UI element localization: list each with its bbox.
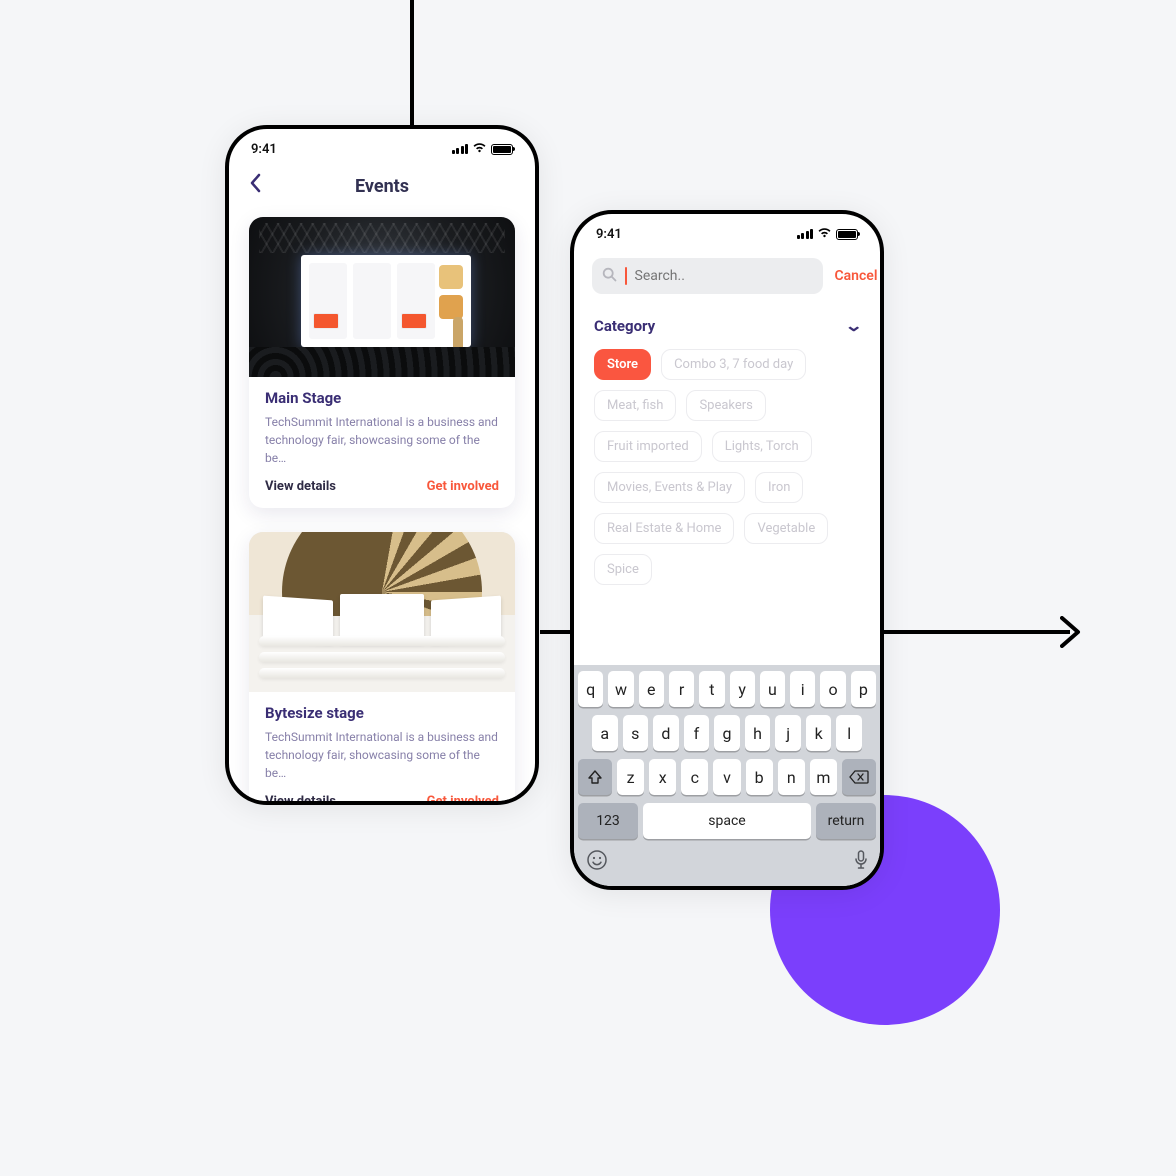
app-header: Events xyxy=(229,169,535,203)
key-o[interactable]: o xyxy=(820,671,845,707)
key-m[interactable]: m xyxy=(810,759,837,795)
get-involved-link[interactable]: Get involved xyxy=(427,794,499,805)
category-dropdown[interactable]: Category ⌄ xyxy=(574,316,880,335)
view-details-link[interactable]: View details xyxy=(265,479,336,494)
key-j[interactable]: j xyxy=(775,715,801,751)
get-involved-link[interactable]: Get involved xyxy=(427,479,499,494)
category-chip[interactable]: Lights, Torch xyxy=(712,431,812,462)
emoji-key[interactable] xyxy=(586,849,608,876)
signal-icon xyxy=(452,144,469,154)
category-chip[interactable]: Vegetable xyxy=(744,513,828,544)
battery-icon xyxy=(491,144,513,155)
category-chip[interactable]: Spice xyxy=(594,554,652,585)
key-r[interactable]: r xyxy=(669,671,694,707)
key-d[interactable]: d xyxy=(653,715,679,751)
key-l[interactable]: l xyxy=(836,715,862,751)
return-key[interactable]: return xyxy=(816,803,876,839)
key-k[interactable]: k xyxy=(806,715,832,751)
event-title: Main Stage xyxy=(265,389,499,407)
backspace-key[interactable] xyxy=(842,759,876,795)
category-chip[interactable]: Iron xyxy=(755,472,803,503)
event-description: TechSummit International is a business a… xyxy=(265,413,499,467)
key-n[interactable]: n xyxy=(778,759,805,795)
text-cursor xyxy=(625,267,627,285)
category-chip[interactable]: Real Estate & Home xyxy=(594,513,734,544)
status-indicators xyxy=(452,142,514,157)
category-label: Category xyxy=(594,317,655,335)
key-v[interactable]: v xyxy=(713,759,740,795)
back-button[interactable] xyxy=(249,173,261,198)
signal-icon xyxy=(797,229,814,239)
search-icon xyxy=(602,267,617,286)
space-key[interactable]: space xyxy=(643,803,811,839)
shift-key[interactable] xyxy=(578,759,612,795)
search-input[interactable] xyxy=(635,268,813,284)
event-description: TechSummit International is a business a… xyxy=(265,728,499,782)
event-image xyxy=(249,217,515,377)
key-p[interactable]: p xyxy=(851,671,876,707)
key-i[interactable]: i xyxy=(790,671,815,707)
key-y[interactable]: y xyxy=(730,671,755,707)
battery-icon xyxy=(836,229,858,240)
event-image xyxy=(249,532,515,692)
status-bar: 9:41 xyxy=(574,214,880,254)
decor-vertical-line xyxy=(410,0,414,130)
status-bar: 9:41 xyxy=(229,129,535,169)
key-w[interactable]: w xyxy=(608,671,633,707)
cancel-button[interactable]: Cancel xyxy=(835,268,878,284)
event-title: Bytesize stage xyxy=(265,704,499,722)
category-chip[interactable]: Movies, Events & Play xyxy=(594,472,745,503)
event-card[interactable]: Main Stage TechSummit International is a… xyxy=(249,217,515,508)
key-g[interactable]: g xyxy=(714,715,740,751)
status-time: 9:41 xyxy=(251,142,277,157)
search-input-container[interactable] xyxy=(592,258,823,294)
category-chip[interactable]: Meat, fish xyxy=(594,390,676,421)
key-f[interactable]: f xyxy=(684,715,710,751)
key-q[interactable]: q xyxy=(578,671,603,707)
category-chips: Store Combo 3, 7 food day Meat, fish Speake… xyxy=(574,335,880,585)
category-chip[interactable]: Store xyxy=(594,349,651,380)
key-u[interactable]: u xyxy=(760,671,785,707)
status-time: 9:41 xyxy=(596,227,622,242)
page-title: Events xyxy=(355,176,409,197)
category-chip[interactable]: Fruit imported xyxy=(594,431,702,462)
key-c[interactable]: c xyxy=(681,759,708,795)
numeric-key[interactable]: 123 xyxy=(578,803,638,839)
chevron-down-icon: ⌄ xyxy=(844,316,863,335)
key-e[interactable]: e xyxy=(639,671,664,707)
wifi-icon xyxy=(817,227,832,242)
key-a[interactable]: a xyxy=(592,715,618,751)
phone-events: 9:41 Events Main Stage TechSummit Intern… xyxy=(225,125,539,805)
key-h[interactable]: h xyxy=(745,715,771,751)
key-b[interactable]: b xyxy=(746,759,773,795)
category-chip[interactable]: Speakers xyxy=(686,390,765,421)
events-list[interactable]: Main Stage TechSummit International is a… xyxy=(229,203,535,805)
wifi-icon xyxy=(472,142,487,157)
keyboard: qwertyuiop asdfghjkl zxcvbnm 123 space r… xyxy=(574,665,880,886)
phone-search: 9:41 Cancel Category ⌄ Store Combo 3, 7 f… xyxy=(570,210,884,890)
key-s[interactable]: s xyxy=(623,715,649,751)
key-t[interactable]: t xyxy=(699,671,724,707)
status-indicators xyxy=(797,227,859,242)
view-details-link[interactable]: View details xyxy=(265,794,336,805)
category-chip[interactable]: Combo 3, 7 food day xyxy=(661,349,806,380)
key-x[interactable]: x xyxy=(649,759,676,795)
arrow-right-icon xyxy=(1060,616,1082,648)
mic-key[interactable] xyxy=(854,850,868,875)
key-z[interactable]: z xyxy=(617,759,644,795)
event-card[interactable]: Bytesize stage TechSummit International … xyxy=(249,532,515,805)
